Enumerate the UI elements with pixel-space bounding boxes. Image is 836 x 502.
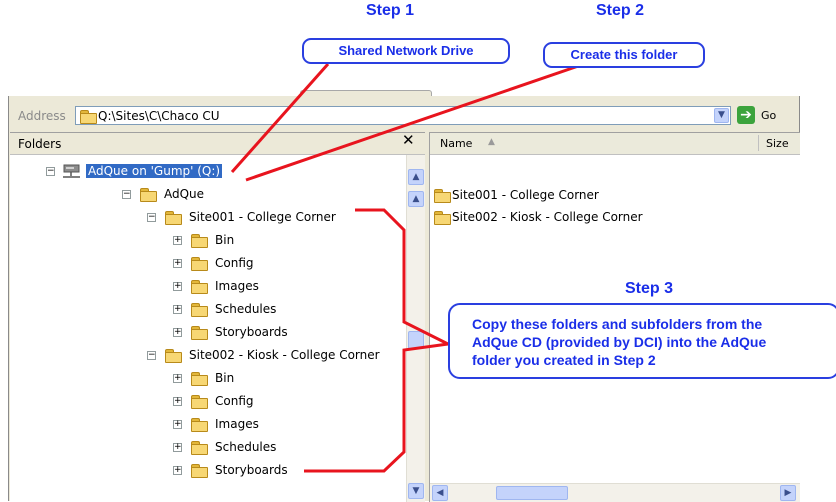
folders-pane: Folders ✕ − AdQue on 'Gump' (Q:) − AdQue… [10,131,425,502]
go-button[interactable]: ➔ Go [737,106,793,125]
expand-icon[interactable]: + [173,374,182,383]
expand-icon[interactable]: + [173,282,182,291]
explorer-window: Address Q:\Sites\C\Chaco CU ▼ ➔ Go Folde… [8,96,800,502]
folder-label: Storyboards [215,325,288,339]
close-icon[interactable]: ✕ [402,131,415,149]
folder-label: Images [215,279,259,293]
collapse-icon[interactable]: − [147,351,156,360]
folder-icon [165,211,182,225]
arrow-right-icon: ➔ [737,106,755,124]
scroll-up-icon[interactable]: ▲ [408,191,424,207]
address-value: Q:\Sites\C\Chaco CU [98,109,220,123]
folder-label: Bin [215,371,235,385]
folders-title: Folders [18,137,62,151]
scroll-left-icon[interactable]: ◀ [432,485,448,501]
folder-icon [191,303,208,317]
expand-icon[interactable]: + [173,397,182,406]
folder-icon [165,349,182,363]
folder-icon [434,189,451,203]
drive-label: AdQue on 'Gump' (Q:) [86,164,223,178]
contents-hscrollbar[interactable]: ◀ ▶ [430,483,800,502]
scroll-down-icon[interactable]: ▼ [408,483,424,499]
step3-title: Step 3 [625,280,674,297]
scroll-up-icon[interactable]: ▲ [408,169,424,185]
list-item-label: Site002 - Kiosk - College Corner [452,210,643,224]
folders-header: Folders ✕ [10,131,425,155]
step3-callout: Copy these folders and subfolders from t… [448,303,836,379]
go-label: Go [761,109,777,122]
folder-label: Storyboards [215,463,288,477]
collapse-icon[interactable]: − [46,167,55,176]
folder-icon [191,326,208,340]
expand-icon[interactable]: + [173,420,182,429]
site001-label: Site001 - College Corner [189,210,336,224]
expand-icon[interactable]: + [173,328,182,337]
folder-icon [191,234,208,248]
expand-icon[interactable]: + [173,236,182,245]
folder-label: Schedules [215,440,277,454]
list-item-label: Site001 - College Corner [452,188,599,202]
folder-icon [191,441,208,455]
folder-icon [191,395,208,409]
network-drive-icon [63,164,80,178]
folder-label: Images [215,417,259,431]
collapse-icon[interactable]: − [122,190,131,199]
folder-label: Bin [215,233,235,247]
adque-label: AdQue [164,187,205,201]
site002-label: Site002 - Kiosk - College Corner [189,348,380,362]
folder-icon [191,418,208,432]
folder-icon [191,464,208,478]
collapse-icon[interactable]: − [147,213,156,222]
step3-line: folder you created in Step 2 [472,352,656,368]
folder-icon [140,188,157,202]
address-bar: Address Q:\Sites\C\Chaco CU ▼ ➔ Go [9,104,799,128]
column-size[interactable]: Size [766,137,789,150]
column-divider[interactable] [758,135,759,151]
step2-callout: Create this folder [543,42,705,68]
folder-icon [191,280,208,294]
scroll-right-icon[interactable]: ▶ [780,485,796,501]
address-label: Address [18,109,66,123]
folder-label: Config [215,256,254,270]
scroll-thumb[interactable] [496,486,568,500]
folder-icon [434,211,451,225]
folders-scrollbar[interactable]: ▲ ▲ ▼ [406,155,425,502]
step1-title: Step 1 [366,2,415,19]
column-header: Name ▲ Size [430,133,800,155]
step3-line: AdQue CD (provided by DCI) into the AdQu… [472,334,767,350]
folder-icon [191,372,208,386]
scroll-thumb[interactable] [408,331,424,349]
folder-label: Schedules [215,302,277,316]
chevron-down-icon[interactable]: ▼ [714,108,729,123]
step2-title: Step 2 [596,2,645,19]
folder-label: Config [215,394,254,408]
expand-icon[interactable]: + [173,305,182,314]
expand-icon[interactable]: + [173,443,182,452]
sort-up-icon: ▲ [488,137,495,147]
expand-icon[interactable]: + [173,466,182,475]
folder-icon [80,110,97,124]
step3-line: Copy these folders and subfolders from t… [472,316,763,332]
column-name[interactable]: Name [440,137,472,150]
address-input[interactable]: Q:\Sites\C\Chaco CU ▼ [75,106,731,125]
expand-icon[interactable]: + [173,259,182,268]
step1-callout: Shared Network Drive [302,38,510,64]
folder-icon [191,257,208,271]
